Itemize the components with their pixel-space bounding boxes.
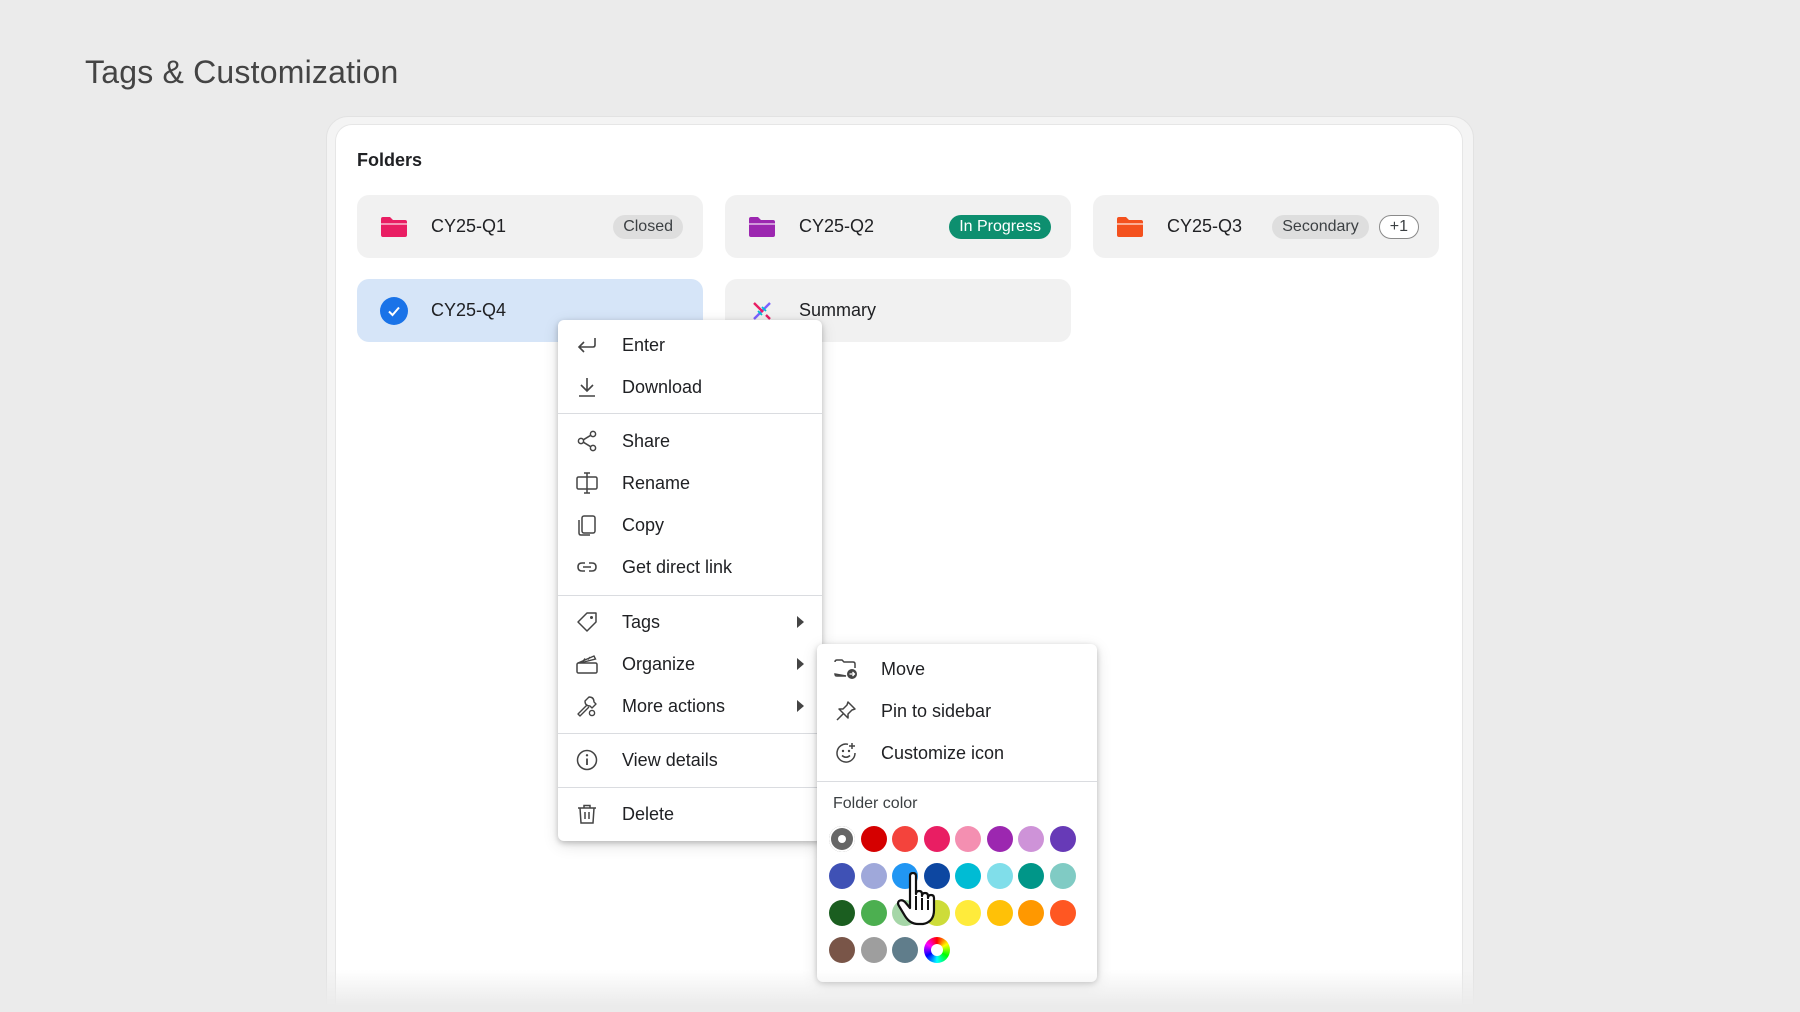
menu-item-share[interactable]: Share [558, 420, 822, 462]
organize-icon [574, 651, 600, 677]
color-swatch[interactable] [829, 863, 855, 889]
menu-item-organize[interactable]: Organize [558, 643, 822, 685]
color-swatch[interactable] [1049, 863, 1076, 889]
more-tags-badge[interactable]: +1 [1378, 214, 1419, 239]
color-swatch[interactable] [829, 900, 855, 926]
share-icon [574, 428, 600, 454]
menu-item-label: Copy [622, 514, 665, 535]
folder-name: CY25-Q2 [799, 216, 875, 236]
folder-icon [747, 215, 777, 239]
color-swatch[interactable] [986, 826, 1013, 852]
menu-item-label: Pin to sidebar [881, 700, 992, 721]
pin-icon [833, 698, 859, 724]
download-icon [574, 374, 600, 400]
color-swatch[interactable] [892, 826, 918, 852]
menu-item-label: Move [881, 658, 926, 679]
menu-item-label: Tags [622, 611, 661, 632]
folder-icon [379, 215, 409, 239]
menu-divider [558, 595, 822, 596]
menu-item-rename[interactable]: Rename [558, 462, 822, 504]
trash-icon [574, 801, 600, 827]
color-swatch[interactable] [955, 863, 981, 889]
color-swatch[interactable] [1018, 863, 1044, 889]
color-swatch[interactable] [860, 900, 887, 926]
color-swatch[interactable] [986, 900, 1013, 926]
tools-icon [574, 693, 600, 719]
menu-item-label: View details [622, 749, 718, 770]
menu-item-label: Rename [622, 472, 691, 493]
menu-item-label: Download [622, 376, 703, 397]
custom-color-picker[interactable] [923, 937, 950, 963]
folder-card-cy25-q1[interactable]: CY25-Q1 Closed [357, 195, 703, 258]
rename-icon [574, 470, 600, 496]
menu-divider [817, 781, 1097, 782]
folder-color-label: Folder color [833, 795, 918, 812]
folder-name: CY25-Q1 [431, 216, 507, 236]
color-swatch[interactable] [860, 863, 887, 889]
menu-item-get-direct-link[interactable]: Get direct link [558, 546, 822, 588]
tag-badge: Closed [613, 214, 683, 239]
menu-item-view-details[interactable]: View details [558, 739, 822, 781]
context-menu: Enter Download Share Rename Copy Get dir… [558, 320, 822, 841]
menu-item-download[interactable]: Download [558, 366, 822, 408]
menu-item-label: More actions [622, 695, 726, 716]
folder-icon [1115, 215, 1145, 239]
menu-item-customize-icon[interactable]: Customize icon [817, 732, 1097, 774]
link-icon [574, 554, 600, 580]
folder-name: Summary [799, 300, 877, 320]
menu-divider [558, 733, 822, 734]
color-swatch[interactable] [955, 826, 981, 852]
submenu-arrow-icon [797, 616, 804, 628]
color-swatch[interactable] [1049, 900, 1076, 926]
menu-item-more-actions[interactable]: More actions [558, 685, 822, 727]
menu-item-label: Delete [622, 803, 675, 824]
menu-item-label: Get direct link [622, 556, 733, 577]
folder-name: CY25-Q4 [431, 300, 507, 320]
folder-move-icon [833, 656, 859, 682]
color-swatch[interactable] [955, 900, 981, 926]
color-swatch[interactable] [1049, 826, 1076, 852]
enter-icon [574, 332, 600, 358]
section-title: Folders [357, 150, 423, 170]
menu-item-copy[interactable]: Copy [558, 504, 822, 546]
menu-item-tags[interactable]: Tags [558, 601, 822, 643]
submenu-arrow-icon [797, 700, 804, 712]
color-swatch[interactable] [860, 937, 887, 963]
dna-icon [747, 299, 777, 323]
color-swatch[interactable] [892, 937, 918, 963]
color-swatch[interactable] [829, 826, 855, 852]
menu-divider [558, 787, 822, 788]
copy-icon [574, 512, 600, 538]
menu-item-label: Share [622, 430, 671, 451]
tag-badge: In Progress [949, 214, 1051, 239]
hand-cursor-icon [896, 872, 936, 926]
menu-item-move[interactable]: Move [817, 648, 1097, 690]
color-swatch[interactable] [829, 937, 855, 963]
menu-divider [558, 413, 822, 414]
color-swatch[interactable] [923, 826, 950, 852]
color-swatch[interactable] [1018, 826, 1044, 852]
organize-submenu: Move Pin to sidebar Customize icon Folde… [817, 644, 1097, 982]
menu-item-label: Customize icon [881, 742, 1005, 763]
color-swatch[interactable] [860, 826, 887, 852]
color-swatch[interactable] [1018, 900, 1044, 926]
color-swatch[interactable] [986, 863, 1013, 889]
tag-icon [574, 609, 600, 635]
menu-item-pin-to-sidebar[interactable]: Pin to sidebar [817, 690, 1097, 732]
menu-item-label: Organize [622, 653, 696, 674]
submenu-arrow-icon [797, 658, 804, 670]
folder-name: CY25-Q3 [1167, 216, 1243, 236]
emoji-icon [833, 740, 859, 766]
info-icon [574, 747, 600, 773]
folder-card-cy25-q2[interactable]: CY25-Q2 In Progress [725, 195, 1071, 258]
tag-badge: Secondary [1272, 214, 1369, 239]
menu-item-delete[interactable]: Delete [558, 793, 822, 835]
menu-item-enter[interactable]: Enter [558, 324, 822, 366]
check-circle-icon [379, 296, 409, 325]
page-title: Tags & Customization [85, 54, 399, 90]
folder-card-cy25-q3[interactable]: CY25-Q3 Secondary +1 [1093, 195, 1439, 258]
bottom-fade [326, 970, 1474, 1012]
menu-item-label: Enter [622, 334, 666, 355]
